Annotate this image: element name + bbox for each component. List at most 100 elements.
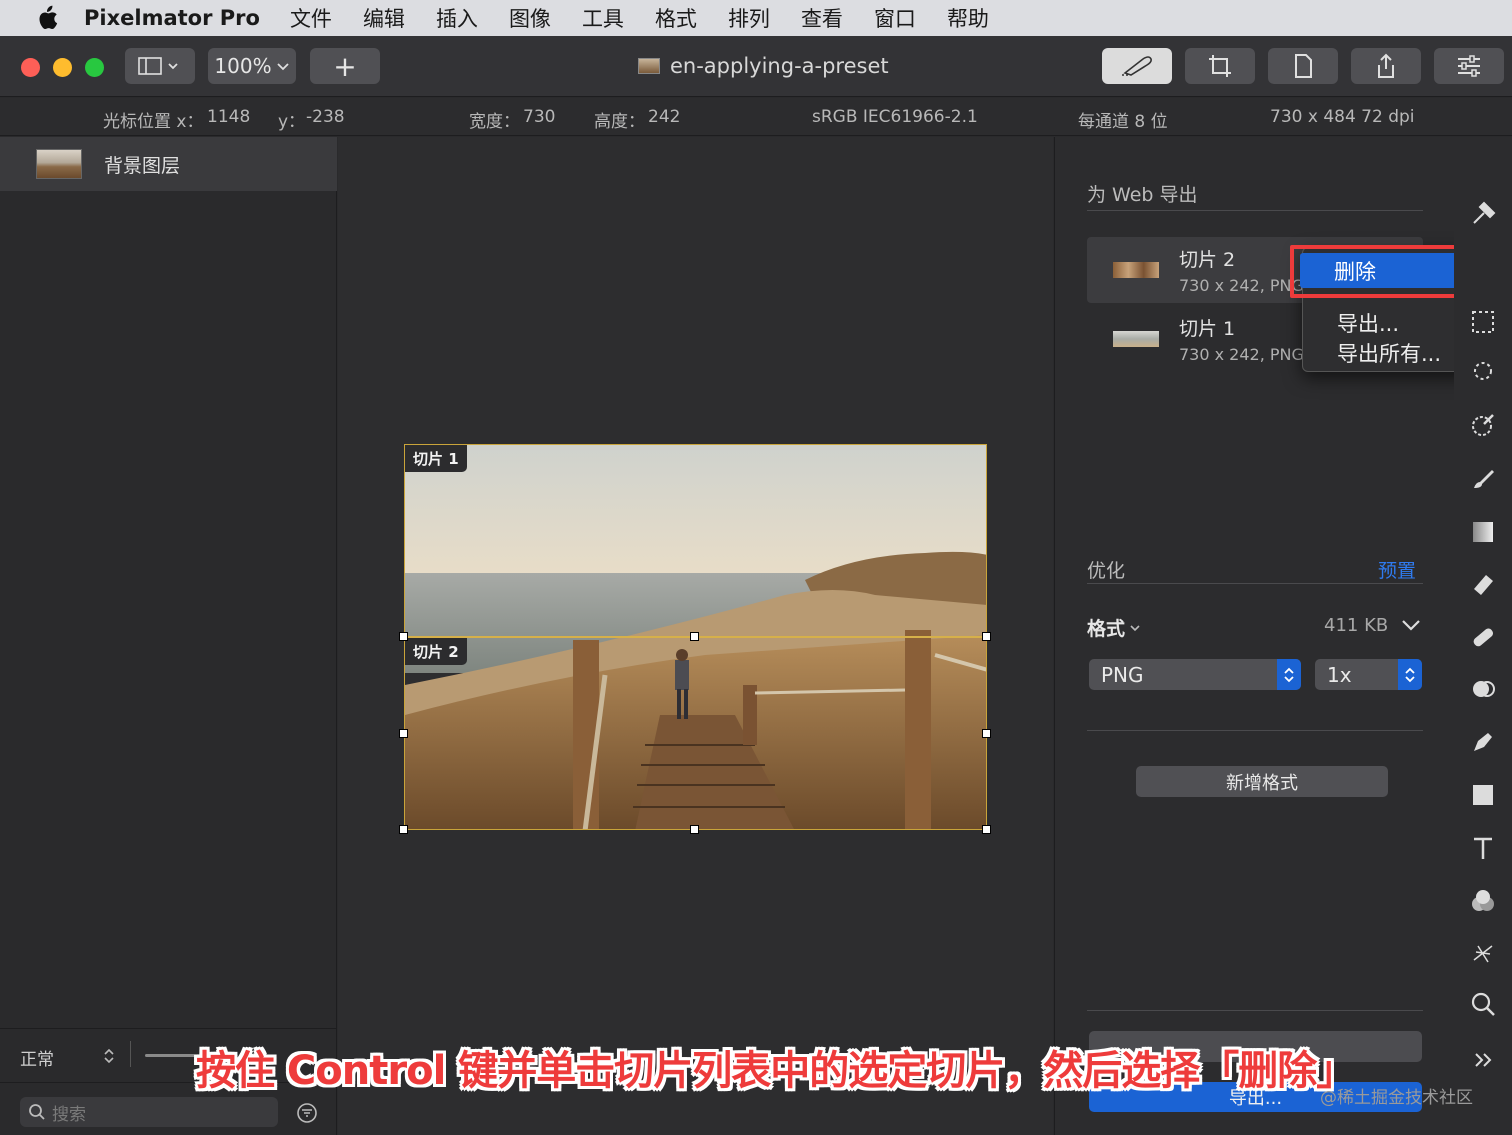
divider <box>1087 730 1423 731</box>
lasso-tool-icon[interactable] <box>1468 357 1498 387</box>
cursor-y-label: y： <box>278 112 306 132</box>
minimize-window-button[interactable] <box>53 58 72 77</box>
text-tool-icon[interactable] <box>1468 833 1498 863</box>
width-label: 宽度： <box>469 112 520 132</box>
menu-item-export-all[interactable]: 导出所有... <box>1337 338 1441 368</box>
color-tool-icon[interactable] <box>1468 886 1498 916</box>
resize-handle[interactable] <box>690 632 699 641</box>
document-thumbnail <box>638 58 660 74</box>
menu-item-export[interactable]: 导出... <box>1337 308 1399 338</box>
blend-mode-select[interactable]: 正常 <box>20 1045 54 1070</box>
zoom-window-button[interactable] <box>85 58 104 77</box>
optimize-label: 优化 <box>1087 560 1126 582</box>
apple-icon[interactable] <box>30 1 64 35</box>
sliders-icon <box>1458 55 1480 77</box>
menu-insert[interactable]: 插入 <box>436 3 478 33</box>
share-button[interactable] <box>1351 48 1421 84</box>
sidebar-icon <box>138 57 178 75</box>
selection-tool-icon[interactable] <box>1468 307 1498 337</box>
color-adjust-tool-icon[interactable] <box>1468 410 1498 440</box>
zoom-select[interactable]: 100% <box>208 48 296 84</box>
slice-thumbnail <box>1113 331 1159 347</box>
scale-value: 1x <box>1327 662 1352 687</box>
more-tools-icon[interactable] <box>1468 1045 1498 1075</box>
preset-link[interactable]: 预置 <box>1378 556 1416 583</box>
format-label: 格式 <box>1087 618 1126 640</box>
resize-handle[interactable] <box>399 632 408 641</box>
close-window-button[interactable] <box>21 58 40 77</box>
menu-file[interactable]: 文件 <box>290 3 332 33</box>
slice-tool-button[interactable] <box>1102 48 1172 84</box>
chevron-down-icon[interactable] <box>1400 617 1422 633</box>
document-button[interactable] <box>1268 48 1338 84</box>
menu-view[interactable]: 查看 <box>801 3 843 33</box>
add-button[interactable]: + <box>310 48 380 84</box>
pen-tool-icon[interactable] <box>1468 727 1498 757</box>
info-bar: 光标位置 x： 1148 y： -238 宽度： 730 高度： 242 sRG… <box>0 98 1512 136</box>
layer-row[interactable]: 背景图层 <box>0 137 337 191</box>
chevron-down-icon <box>1130 624 1140 631</box>
layer-thumbnail <box>36 149 82 179</box>
slice-2-tag[interactable]: 切片 2 <box>405 638 467 665</box>
scale-select[interactable]: 1x <box>1315 659 1422 690</box>
slice-info: 730 x 242, PNG <box>1179 276 1304 295</box>
tools-sidebar <box>1454 137 1512 1135</box>
menu-tools[interactable]: 工具 <box>582 3 624 33</box>
menu-format[interactable]: 格式 <box>655 3 697 33</box>
divider <box>1087 1010 1423 1011</box>
filter-icon[interactable] <box>296 1102 318 1124</box>
zoom-tool-icon[interactable] <box>1468 989 1498 1019</box>
height-label: 高度： <box>594 112 645 132</box>
adjust-button[interactable] <box>1434 48 1504 84</box>
sidebar-toggle-button[interactable] <box>125 48 195 84</box>
document-icon <box>1295 54 1312 78</box>
slice-1-tag[interactable]: 切片 1 <box>405 445 467 472</box>
add-format-button[interactable]: 新增格式 <box>1136 766 1388 797</box>
menu-help[interactable]: 帮助 <box>947 3 989 33</box>
image-size-dpi: 730 x 484 72 dpi <box>1270 107 1415 127</box>
export-panel-title: 为 Web 导出 <box>1087 184 1198 206</box>
arrange-tool-icon[interactable] <box>1468 199 1498 229</box>
menu-window[interactable]: 窗口 <box>874 3 916 33</box>
effects-tool-icon[interactable] <box>1468 938 1498 968</box>
layers-panel: 背景图层 正常 搜索 <box>0 137 337 1135</box>
crop-button[interactable] <box>1185 48 1255 84</box>
gradient-tool-icon[interactable] <box>1468 517 1498 547</box>
slice-thumbnail <box>1113 262 1159 278</box>
watermark: @稀土掘金技术社区 <box>1320 1088 1473 1108</box>
search-input[interactable]: 搜索 <box>20 1097 278 1127</box>
menu-image[interactable]: 图像 <box>509 3 551 33</box>
plus-icon: + <box>333 49 357 83</box>
search-icon <box>29 1104 45 1120</box>
color-profile: sRGB IEC61966-2.1 <box>812 107 978 127</box>
shape-tool-icon[interactable] <box>1468 780 1498 810</box>
eraser-icon[interactable] <box>1468 569 1498 599</box>
zoom-value: 100% <box>214 54 272 78</box>
resize-handle[interactable] <box>690 825 699 834</box>
slice-knife-icon <box>1122 56 1152 76</box>
resize-handle[interactable] <box>399 825 408 834</box>
clone-tool-icon[interactable] <box>1468 674 1498 704</box>
divider <box>1087 583 1423 584</box>
width-value: 730 <box>523 107 556 127</box>
format-toggle[interactable]: 格式 <box>1087 614 1141 641</box>
menu-edit[interactable]: 编辑 <box>363 3 405 33</box>
updown-chevron-icon <box>1277 659 1301 690</box>
app-name-menu[interactable]: Pixelmator Pro <box>84 6 260 30</box>
search-placeholder: 搜索 <box>52 1104 86 1125</box>
cursor-x-value: 1148 <box>207 107 251 127</box>
menu-arrange[interactable]: 排列 <box>728 3 770 33</box>
slice-name: 切片 2 <box>1179 249 1236 271</box>
file-size: 411 KB <box>1324 615 1389 636</box>
document-title: en-applying-a-preset <box>638 54 889 78</box>
updown-chevron-icon[interactable] <box>103 1047 115 1065</box>
layer-name: 背景图层 <box>104 154 181 177</box>
resize-handle[interactable] <box>399 729 408 738</box>
format-select[interactable]: PNG <box>1089 659 1301 690</box>
resize-handle[interactable] <box>982 729 991 738</box>
bandage-icon[interactable] <box>1468 622 1498 652</box>
paint-brush-icon[interactable] <box>1468 464 1498 494</box>
resize-handle[interactable] <box>982 825 991 834</box>
resize-handle[interactable] <box>982 632 991 641</box>
crop-icon <box>1209 55 1231 77</box>
